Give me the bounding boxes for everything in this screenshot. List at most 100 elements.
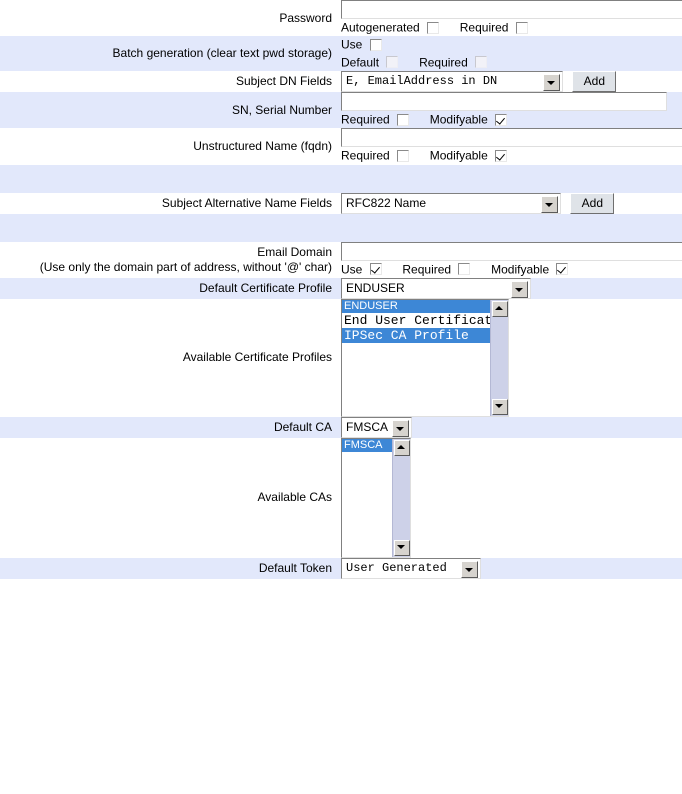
row-unstructured-name: Unstructured Name (fqdn) Required Modify…: [0, 128, 682, 164]
spacer-label-cell: [0, 165, 338, 193]
batch-default-checkbox: [386, 56, 398, 68]
listbox-scrollbar[interactable]: [392, 439, 410, 557]
field-subject-dn-fields: E, EmailAddress in DN Add: [338, 71, 682, 92]
label-available-certificate-profiles: Available Certificate Profiles: [0, 299, 338, 417]
default-ca-selected-value: FMSCA: [346, 420, 388, 434]
default-ca-select[interactable]: FMSCA: [341, 417, 412, 438]
chevron-down-icon[interactable]: [541, 196, 558, 213]
autogenerated-label: Autogenerated: [341, 20, 420, 34]
row-default-token: Default Token User Generated: [0, 558, 682, 579]
default-certificate-profile-selected-value: ENDUSER: [346, 281, 405, 295]
password-required-checkbox[interactable]: [516, 22, 528, 34]
list-item[interactable]: FMSCA: [342, 439, 393, 452]
field-default-token: User Generated: [338, 558, 682, 579]
available-cas-options: FMSCA: [342, 439, 393, 557]
label-available-cas: Available CAs: [0, 438, 338, 558]
scroll-down-icon[interactable]: [492, 399, 508, 415]
sn-required-checkbox[interactable]: [397, 114, 409, 126]
default-token-select[interactable]: User Generated: [341, 558, 481, 579]
autogenerated-checkbox[interactable]: [427, 22, 439, 34]
row-spacer-1: [0, 165, 682, 193]
subject-dn-fields-selected-value: E, EmailAddress in DN: [346, 74, 497, 88]
batch-use-checkbox[interactable]: [370, 39, 382, 51]
list-item[interactable]: ENDUSER: [342, 300, 491, 313]
subject-alt-name-fields-select[interactable]: RFC822 Name: [341, 193, 561, 214]
field-subject-alt-name-fields: RFC822 Name Add: [338, 193, 682, 214]
field-available-cas: FMSCA: [338, 438, 682, 558]
email-use-label: Use: [341, 262, 362, 276]
label-default-ca: Default CA: [0, 417, 338, 438]
batch-flags-line: Default Required: [341, 54, 682, 71]
label-default-token: Default Token: [0, 558, 338, 579]
available-certificate-profiles-listbox[interactable]: ENDUSER End User Certificate IPSec CA Pr…: [341, 299, 509, 417]
spacer-field-cell: [338, 165, 682, 193]
unstructured-name-input[interactable]: [341, 128, 682, 147]
row-subject-dn-fields: Subject DN Fields E, EmailAddress in DN …: [0, 71, 682, 92]
field-default-ca: FMSCA: [338, 417, 682, 438]
sn-required-label: Required: [341, 112, 390, 126]
row-subject-alt-name-fields: Subject Alternative Name Fields RFC822 N…: [0, 193, 682, 214]
email-domain-flags: Use Required Modifyable: [341, 261, 682, 278]
chevron-down-icon[interactable]: [543, 74, 560, 91]
row-email-domain: Email Domain (Use only the domain part o…: [0, 242, 682, 278]
list-item[interactable]: End User Certificate: [342, 313, 491, 328]
field-sn-serial-number: Required Modifyable: [338, 92, 682, 128]
subject-alt-name-fields-add-button[interactable]: Add: [570, 193, 614, 214]
un-required-checkbox[interactable]: [397, 150, 409, 162]
subject-dn-fields-select[interactable]: E, EmailAddress in DN: [341, 71, 563, 92]
label-batch-generation: Batch generation (clear text pwd storage…: [0, 36, 338, 71]
row-default-ca: Default CA FMSCA: [0, 417, 682, 438]
email-required-label: Required: [402, 262, 451, 276]
row-default-certificate-profile: Default Certificate Profile ENDUSER: [0, 278, 682, 299]
password-flags: Autogenerated Required: [341, 19, 682, 36]
email-use-checkbox[interactable]: [370, 263, 382, 275]
label-unstructured-name: Unstructured Name (fqdn): [0, 128, 338, 164]
email-domain-hint: (Use only the domain part of address, wi…: [4, 260, 332, 275]
batch-use-label: Use: [341, 38, 362, 52]
row-available-certificate-profiles: Available Certificate Profiles ENDUSER E…: [0, 299, 682, 417]
list-item[interactable]: IPSec CA Profile: [342, 328, 491, 343]
listbox-scrollbar[interactable]: [490, 300, 508, 416]
field-batch-generation: Use Default Required: [338, 36, 682, 71]
row-spacer-2: [0, 214, 682, 242]
row-available-cas: Available CAs FMSCA: [0, 438, 682, 558]
available-certificate-profiles-options: ENDUSER End User Certificate IPSec CA Pr…: [342, 300, 491, 416]
scroll-up-icon[interactable]: [394, 440, 410, 456]
sn-modifyable-checkbox[interactable]: [495, 114, 507, 126]
email-modifyable-checkbox[interactable]: [556, 263, 568, 275]
row-sn-serial-number: SN, Serial Number Required Modifyable: [0, 92, 682, 128]
label-email-domain: Email Domain (Use only the domain part o…: [0, 242, 338, 278]
label-subject-alt-name-fields: Subject Alternative Name Fields: [0, 193, 338, 214]
password-required-label: Required: [460, 20, 509, 34]
password-input[interactable]: [341, 0, 682, 19]
chevron-down-icon[interactable]: [392, 420, 409, 437]
unstructured-name-flags: Required Modifyable: [341, 147, 682, 164]
sn-serial-number-flags: Required Modifyable: [341, 111, 682, 128]
email-domain-input[interactable]: [341, 242, 682, 261]
scroll-up-icon[interactable]: [492, 301, 508, 317]
batch-required-checkbox: [475, 56, 487, 68]
email-required-checkbox[interactable]: [458, 263, 470, 275]
un-modifyable-label: Modifyable: [430, 149, 488, 163]
field-default-certificate-profile: ENDUSER: [338, 278, 682, 299]
available-cas-listbox[interactable]: FMSCA: [341, 438, 411, 558]
spacer-field-cell: [338, 214, 682, 242]
batch-default-label: Default: [341, 55, 379, 69]
default-certificate-profile-select[interactable]: ENDUSER: [341, 278, 531, 299]
end-entity-profile-form: Password Autogenerated Required Batch ge…: [0, 0, 682, 579]
subject-alt-name-fields-selected-value: RFC822 Name: [346, 196, 426, 210]
batch-use-line: Use: [341, 36, 682, 53]
field-available-certificate-profiles: ENDUSER End User Certificate IPSec CA Pr…: [338, 299, 682, 417]
chevron-down-icon[interactable]: [461, 561, 478, 578]
sn-serial-number-input[interactable]: [341, 92, 667, 111]
scroll-down-icon[interactable]: [394, 540, 410, 556]
un-modifyable-checkbox[interactable]: [495, 150, 507, 162]
subject-dn-fields-add-button[interactable]: Add: [572, 71, 616, 92]
label-subject-dn-fields: Subject DN Fields: [0, 71, 338, 92]
spacer-label-cell: [0, 214, 338, 242]
email-domain-label: Email Domain: [4, 245, 332, 260]
row-batch-generation: Batch generation (clear text pwd storage…: [0, 36, 682, 71]
chevron-down-icon[interactable]: [511, 281, 528, 298]
email-modifyable-label: Modifyable: [491, 262, 549, 276]
un-required-label: Required: [341, 149, 390, 163]
